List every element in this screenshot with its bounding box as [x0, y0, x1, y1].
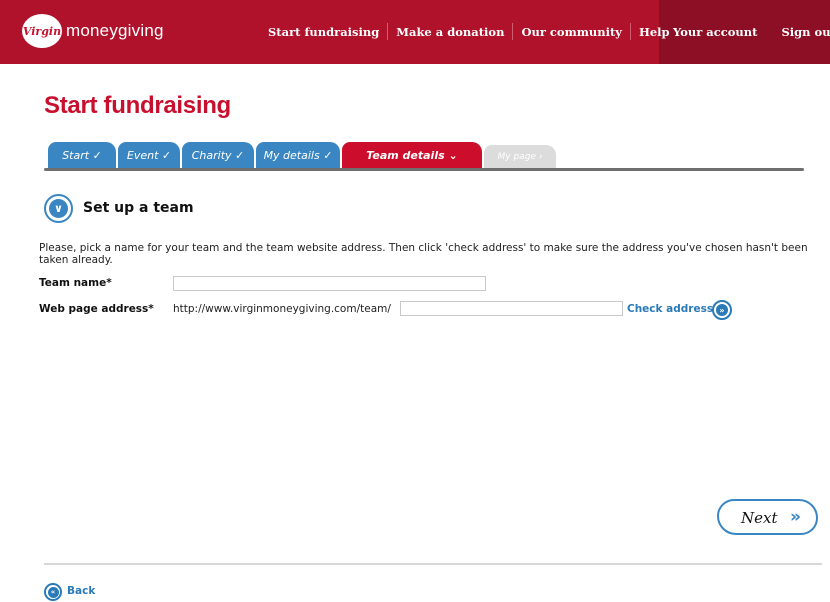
nav-make-donation[interactable]: Make a donation: [396, 25, 504, 42]
main-nav: Start fundraising Make a donation Our co…: [268, 23, 670, 42]
double-chevron-right-icon: »: [790, 507, 801, 527]
nav-sign-out[interactable]: Sign out: [781, 25, 830, 39]
page-title: Start fundraising: [44, 92, 231, 119]
logo-text: moneygiving: [66, 21, 164, 40]
nav-divider: [512, 23, 514, 40]
instructions-text: Please, pick a name for your team and th…: [39, 242, 808, 266]
nav-divider: [630, 23, 631, 40]
check-address-arrow-icon[interactable]: »: [712, 300, 732, 320]
tab-start[interactable]: Start ✓: [48, 142, 116, 169]
account-nav: Your account Sign out: [673, 25, 830, 39]
tab-my-details[interactable]: My details ✓: [256, 142, 340, 169]
tab-my-page: My page ›: [484, 145, 556, 169]
footer-divider: [44, 563, 822, 565]
nav-help[interactable]: Help: [639, 25, 670, 42]
header-bar: Virgin moneygiving Start fundraising Mak…: [0, 0, 830, 64]
nav-your-account[interactable]: Your account: [673, 25, 757, 39]
nav-our-community[interactable]: Our community: [521, 25, 622, 42]
section-title: Set up a team: [83, 200, 194, 216]
team-name-input[interactable]: [173, 276, 486, 291]
url-prefix: http://www.virginmoneygiving.com/team/: [173, 303, 391, 315]
logo[interactable]: Virgin moneygiving: [22, 14, 164, 48]
tab-charity[interactable]: Charity ✓: [182, 142, 254, 169]
back-arrow-icon[interactable]: «: [44, 583, 62, 601]
web-address-input[interactable]: [400, 301, 623, 316]
tab-event[interactable]: Event ✓: [118, 142, 180, 169]
nav-start-fundraising[interactable]: Start fundraising: [268, 25, 379, 42]
double-chevron-down-icon: ∨: [44, 194, 73, 223]
web-address-label: Web page address*: [39, 303, 154, 315]
next-button[interactable]: Next »: [717, 499, 818, 535]
virgin-logo-icon: Virgin: [22, 14, 62, 48]
back-link[interactable]: Back: [67, 585, 95, 597]
logo-badge-text: Virgin: [22, 24, 62, 38]
tab-underline: [44, 168, 804, 171]
team-name-label: Team name*: [39, 277, 112, 289]
check-address-link[interactable]: Check address: [627, 303, 713, 315]
tab-team-details[interactable]: Team details ⌄: [342, 142, 482, 169]
next-label: Next: [741, 509, 778, 527]
nav-divider: [387, 23, 389, 40]
